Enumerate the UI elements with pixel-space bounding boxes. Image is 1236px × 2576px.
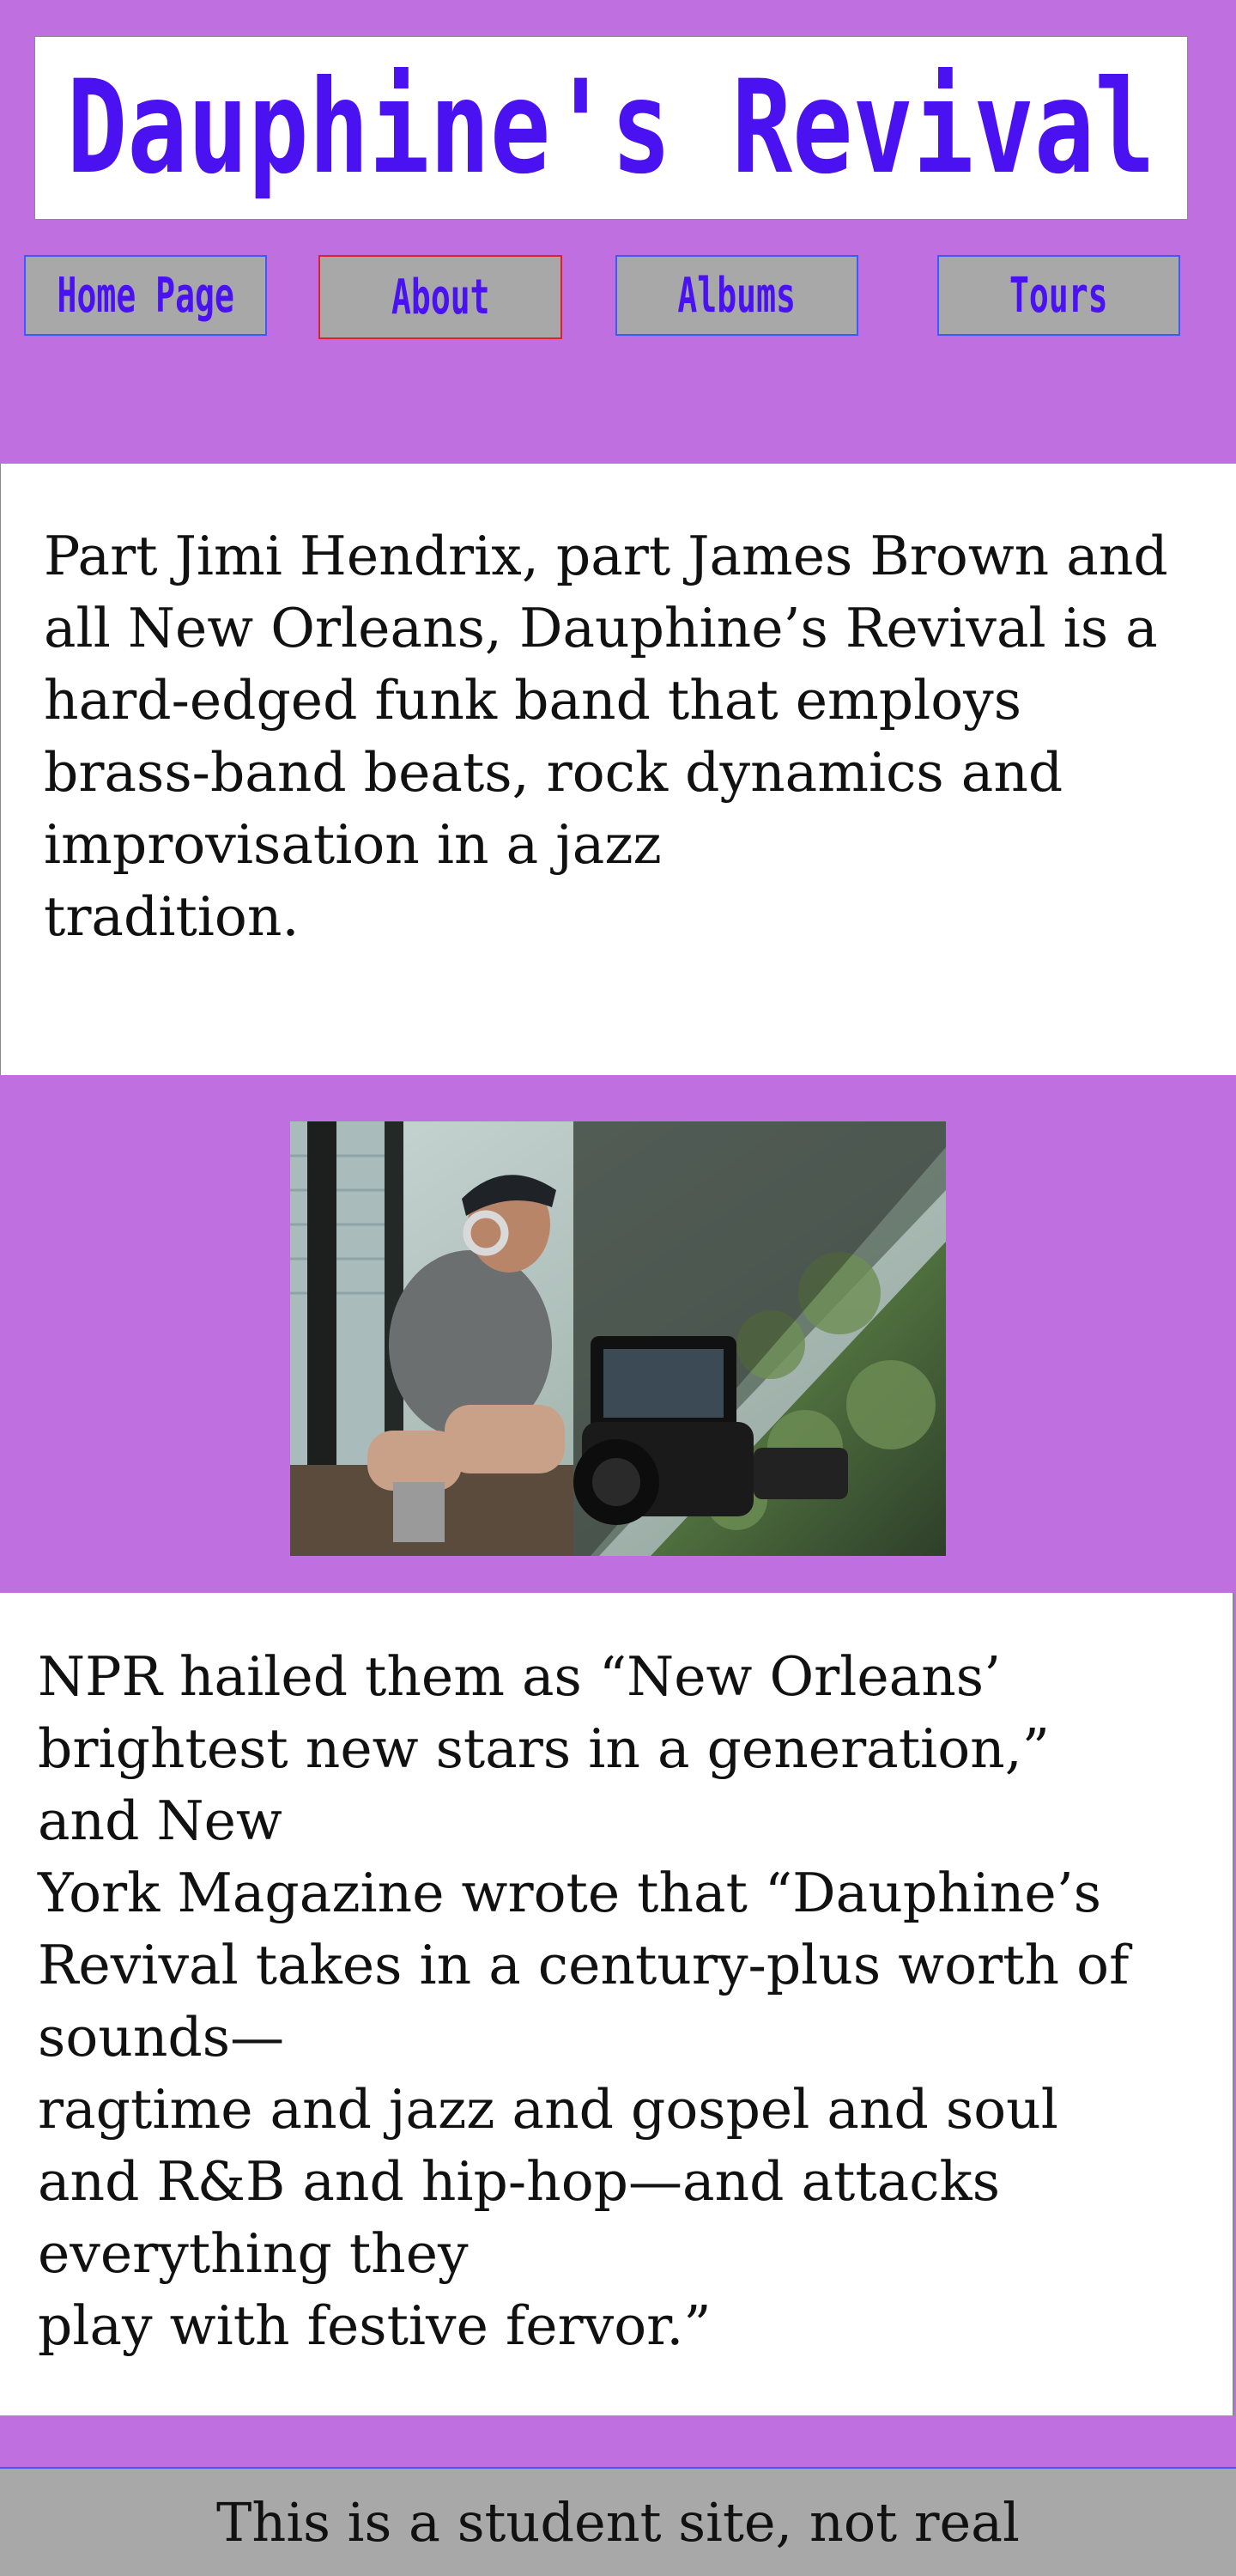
press-line: play with festive fervor.” <box>38 2294 712 2357</box>
intro-line: brass-band beats, rock dynamics and <box>44 741 1063 804</box>
press-line: and New <box>38 1789 282 1852</box>
band-photo-image <box>290 1121 946 1556</box>
press-line: York Magazine wrote that “Dauphine’s <box>38 1862 1102 1924</box>
press-line: brightest new stars in a generation,” <box>38 1717 1050 1780</box>
nav-about-label: About <box>391 269 490 325</box>
nav-about[interactable]: About <box>318 255 562 339</box>
intro-line: Part Jimi Hendrix, part James Brown and <box>44 525 1168 587</box>
press-line: and R&B and hip-hop—and attacks <box>38 2150 1001 2213</box>
press-line: ragtime and jazz and gospel and soul <box>38 2078 1058 2141</box>
footer-text: This is a student site, not real <box>216 2491 1020 2554</box>
nav-albums[interactable]: Albums <box>615 255 858 336</box>
band-photo <box>290 1121 946 1556</box>
press-line: NPR hailed them as “New Orleans’ <box>38 1645 1002 1708</box>
press-paragraph: NPR hailed them as “New Orleans’ brighte… <box>38 1641 1198 2362</box>
intro-panel: Part Jimi Hendrix, part James Brown and … <box>0 464 1236 1075</box>
nav-albums-label: Albums <box>677 267 797 324</box>
nav-home-page-label: Home Page <box>57 267 234 324</box>
press-line: Revival takes in a century-plus worth of <box>38 1934 1130 1996</box>
press-panel: NPR hailed them as “New Orleans’ brighte… <box>0 1593 1234 2415</box>
intro-paragraph: Part Jimi Hendrix, part James Brown and … <box>44 520 1202 953</box>
nav-tours-label: Tours <box>1009 267 1108 324</box>
intro-line: all New Orleans, Dauphine’s Revival is a <box>44 597 1158 659</box>
intro-line: hard-edged funk band that employs <box>44 669 1022 732</box>
intro-line: improvisation in a jazz <box>44 813 662 876</box>
nav-home-page[interactable]: Home Page <box>24 255 267 336</box>
site-title: Dauphine's Revival <box>67 53 1155 203</box>
intro-line: tradition. <box>44 885 300 948</box>
site-footer: This is a student site, not real <box>0 2467 1236 2576</box>
site-header: Dauphine's Revival <box>34 36 1188 220</box>
press-line: sounds— <box>38 2006 285 2069</box>
nav-tours[interactable]: Tours <box>937 255 1180 336</box>
press-line: everything they <box>38 2222 469 2285</box>
